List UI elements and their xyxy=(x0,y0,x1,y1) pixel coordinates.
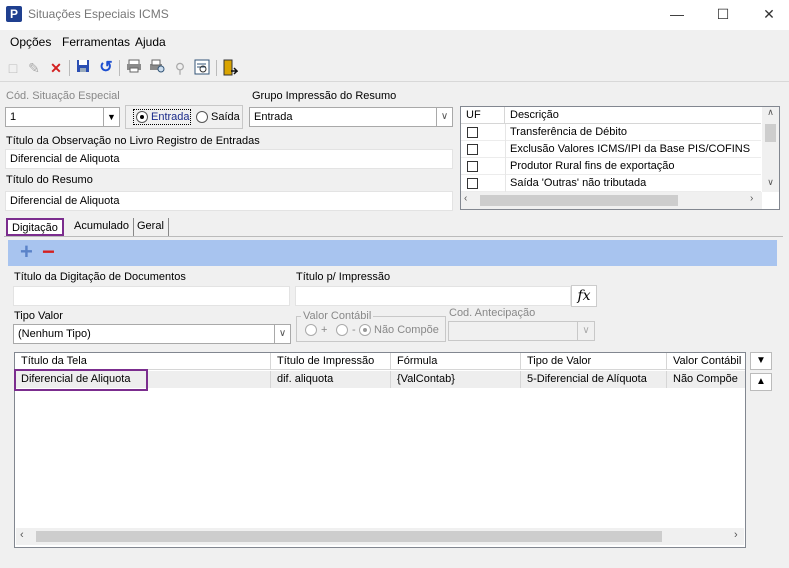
chevron-down-icon[interactable]: ∨ xyxy=(275,324,291,344)
remove-icon[interactable]: − xyxy=(42,241,55,263)
scroll-left-icon[interactable]: ‹ xyxy=(464,193,467,204)
grid-hscroll-thumb[interactable] xyxy=(36,531,662,542)
menu-opcoes[interactable]: Opções xyxy=(10,35,51,49)
exit-door-icon[interactable] xyxy=(221,59,239,77)
radio-vc-minus[interactable] xyxy=(336,324,348,336)
toolbar-separator xyxy=(69,60,70,76)
toolbar-separator xyxy=(119,60,120,76)
fx-formula-button[interactable]: fx xyxy=(571,285,597,307)
uf-row[interactable]: Transferência de Débito xyxy=(461,124,761,141)
descricao-header[interactable]: Descrição xyxy=(505,107,761,124)
cod-antecipacao-select[interactable] xyxy=(448,321,578,341)
grid-cell-titulo-impressao: dif. aliquota xyxy=(271,371,391,388)
uf-row[interactable]: Exclusão Valores ICMS/IPI da Base PIS/CO… xyxy=(461,141,761,158)
grid-header-valor-contabil[interactable]: Valor Contábil xyxy=(667,353,745,370)
grupo-impressao-label: Grupo Impressão do Resumo xyxy=(252,90,397,102)
edit-pencil-icon[interactable]: ✎ xyxy=(25,59,43,77)
cod-antecipacao-label: Cod. Antecipação xyxy=(449,307,536,319)
tab-geral[interactable]: Geral xyxy=(133,218,169,236)
radio-vc-nao-compoe-label: Não Compõe xyxy=(374,324,439,336)
menu-ferramentas[interactable]: Ferramentas xyxy=(62,35,130,49)
search-key-icon[interactable]: ⚲ xyxy=(171,59,189,77)
radio-vc-minus-label: - xyxy=(352,324,356,336)
uf-row-checkbox[interactable] xyxy=(467,161,478,172)
titulo-impressao-label: Título p/ Impressão xyxy=(296,271,391,283)
undo-icon[interactable]: ↺ xyxy=(97,59,115,77)
uf-row-checkbox[interactable] xyxy=(467,178,478,189)
view-report-icon[interactable] xyxy=(193,59,211,77)
tab-digitacao[interactable]: Digitação xyxy=(6,218,64,236)
chevron-down-icon[interactable]: ∨ xyxy=(578,321,595,341)
titulo-resumo-input[interactable]: Diferencial de Aliquota xyxy=(5,191,453,211)
titulo-impressao-input[interactable] xyxy=(295,286,571,306)
radio-vc-plus[interactable] xyxy=(305,324,317,336)
uf-row-label: Saída 'Outras' não tributada xyxy=(510,177,647,189)
grid-cell-tipo-valor: 5-Diferencial de Alíquota xyxy=(521,371,667,388)
grid-header-titulo-tela[interactable]: Título da Tela xyxy=(15,353,271,370)
digitacao-toolbar xyxy=(8,240,777,266)
move-down-button[interactable]: ▼ xyxy=(750,352,772,370)
tipo-valor-label: Tipo Valor xyxy=(14,310,63,322)
uf-hscroll-thumb[interactable] xyxy=(480,195,678,206)
uf-row-label: Exclusão Valores ICMS/IPI da Base PIS/CO… xyxy=(510,143,751,155)
window-title: Situações Especiais ICMS xyxy=(28,7,169,21)
grid-header-tipo-valor[interactable]: Tipo de Valor xyxy=(521,353,667,370)
radio-entrada[interactable] xyxy=(136,111,148,123)
grid-header-titulo-impressao[interactable]: Título de Impressão xyxy=(271,353,391,370)
menu-ajuda[interactable]: Ajuda xyxy=(135,35,166,49)
tab-acumulado[interactable]: Acumulado xyxy=(70,218,135,236)
titulo-digitacao-input[interactable] xyxy=(13,286,290,306)
print-preview-icon[interactable] xyxy=(148,59,166,77)
app-logo-icon: P xyxy=(6,6,22,22)
cod-situacao-input[interactable]: 1 xyxy=(5,107,104,127)
radio-vc-plus-label: + xyxy=(321,324,328,336)
uf-row-label: Produtor Rural fins de exportação xyxy=(510,160,675,172)
uf-row[interactable]: Saída 'Outras' não tributada xyxy=(461,175,761,192)
add-icon[interactable]: + xyxy=(20,241,33,263)
close-button[interactable]: ✕ xyxy=(746,0,789,30)
new-doc-icon[interactable]: □ xyxy=(4,59,22,77)
obs-livro-label: Título da Observação no Livro Registro d… xyxy=(6,135,260,147)
radio-vc-nao-compoe[interactable] xyxy=(359,324,371,336)
delete-x-icon[interactable]: ✕ xyxy=(47,59,65,77)
highlight-annotation xyxy=(14,369,148,391)
scroll-down-icon[interactable]: ∨ xyxy=(762,177,779,191)
uf-table-header: UF Descrição xyxy=(461,107,761,124)
radio-saida-label: Saída xyxy=(211,111,240,123)
scroll-right-icon[interactable]: › xyxy=(750,193,753,204)
grupo-impressao-select[interactable]: Entrada xyxy=(249,107,437,127)
uf-row-label: Transferência de Débito xyxy=(510,126,627,138)
grid-cell-valor-contabil: Não Compõe xyxy=(673,373,738,385)
uf-row[interactable]: Produtor Rural fins de exportação xyxy=(461,158,761,175)
tab-strip-line xyxy=(4,236,783,237)
tipo-valor-select[interactable]: (Nenhum Tipo) xyxy=(13,324,275,344)
maximize-button[interactable]: ☐ xyxy=(700,0,746,30)
save-disk-icon[interactable] xyxy=(74,59,92,77)
uf-header[interactable]: UF xyxy=(461,107,505,124)
scroll-left-icon[interactable]: ‹ xyxy=(20,529,24,541)
titulo-digitacao-label: Título da Digitação de Documentos xyxy=(14,271,186,283)
uf-row-checkbox[interactable] xyxy=(467,144,478,155)
radio-saida[interactable] xyxy=(196,111,208,123)
uf-scroll-thumb[interactable] xyxy=(765,124,776,142)
radio-entrada-label: Entrada xyxy=(151,111,190,123)
cod-situacao-dropdown-icon[interactable]: ▼ xyxy=(104,107,120,127)
cod-situacao-label: Cód. Situação Especial xyxy=(6,90,120,102)
chevron-down-icon[interactable]: ∨ xyxy=(437,107,453,127)
titulo-resumo-label: Título do Resumo xyxy=(6,174,93,186)
move-up-button[interactable]: ▲ xyxy=(750,373,772,391)
valor-contabil-legend: Valor Contábil xyxy=(301,310,374,322)
toolbar-separator xyxy=(216,60,217,76)
obs-livro-input[interactable]: Diferencial de Aliquota xyxy=(5,149,453,169)
grid-cell-formula: {ValContab} xyxy=(391,371,521,388)
scroll-up-icon[interactable]: ∧ xyxy=(762,107,779,121)
grid-header: Título da Tela Título de Impressão Fórmu… xyxy=(15,353,745,370)
scroll-right-icon[interactable]: › xyxy=(734,529,738,541)
uf-row-checkbox[interactable] xyxy=(467,127,478,138)
print-icon[interactable] xyxy=(125,59,143,77)
minimize-button[interactable]: — xyxy=(654,0,700,30)
grid-header-formula[interactable]: Fórmula xyxy=(391,353,521,370)
